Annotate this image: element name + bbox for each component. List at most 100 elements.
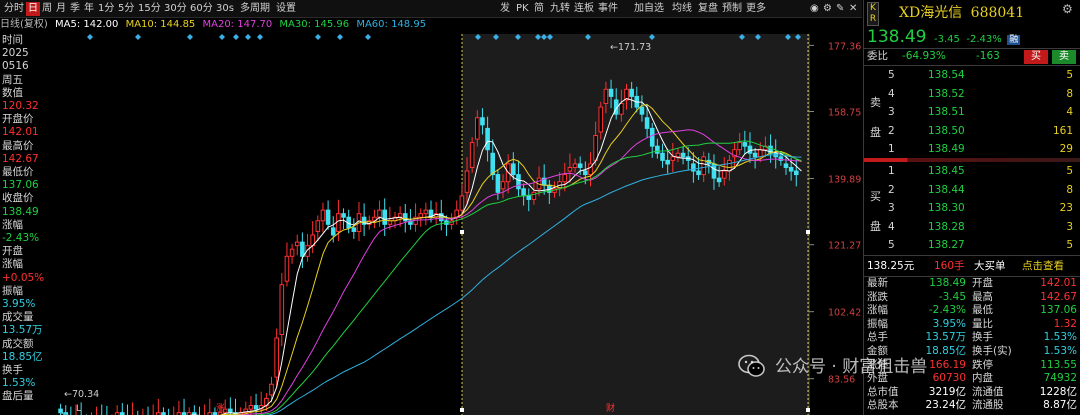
period-tab-0[interactable]: 分时 bbox=[2, 2, 26, 16]
candle-body bbox=[639, 106, 645, 115]
ma20-value: MA20: 147.70 bbox=[202, 19, 273, 30]
stat-label: 振幅 bbox=[867, 317, 888, 330]
period-tab-8[interactable]: 15分 bbox=[136, 2, 163, 16]
period-tab-11[interactable]: 30s bbox=[214, 2, 236, 16]
after-label: 盘后量 bbox=[2, 390, 34, 403]
sell-button[interactable]: 卖 bbox=[1052, 50, 1076, 64]
big-order-row: 138.25元 160手 大买单 点击查看 bbox=[864, 258, 1080, 275]
stat-value: 13.57万 bbox=[925, 331, 966, 344]
open-label: 开盘价 bbox=[2, 113, 34, 126]
toolbar-action-7[interactable]: 均线 bbox=[672, 2, 692, 16]
candle-body bbox=[500, 181, 506, 190]
bid-level-5[interactable]: 5 138.27 5 bbox=[864, 237, 1080, 254]
stat-label: 最低 bbox=[972, 304, 993, 317]
period-tab-4[interactable]: 季 bbox=[68, 2, 82, 16]
high-annotation: ←171.73 bbox=[610, 42, 651, 53]
settings-gear-icon[interactable]: ⚙ bbox=[1062, 2, 1073, 16]
buy-button[interactable]: 买 bbox=[1024, 50, 1048, 64]
ask-level-num: 3 bbox=[888, 106, 895, 118]
ask-level-2[interactable]: 2 138.50 161 bbox=[864, 123, 1080, 140]
period-tab-3[interactable]: 月 bbox=[54, 2, 68, 16]
candle-body bbox=[598, 106, 604, 133]
quote-header: K R XD海光信 688041 ⚙ 138.49 -3.45 -2.43% 融 bbox=[864, 0, 1080, 48]
weicha-value: -163 bbox=[976, 50, 1000, 62]
eye-icon[interactable]: ◉ bbox=[810, 2, 819, 16]
candle-body bbox=[351, 227, 357, 232]
candle-body bbox=[475, 117, 480, 140]
candle-body bbox=[330, 227, 336, 236]
ask-level-4[interactable]: 4 138.52 8 bbox=[864, 86, 1080, 103]
bid-level-3[interactable]: 3 138.30 23 bbox=[864, 200, 1080, 217]
stat-label: 最新 bbox=[867, 277, 888, 289]
candle-body bbox=[516, 174, 521, 190]
candle-body bbox=[793, 170, 799, 176]
candle-body bbox=[464, 170, 470, 193]
pin-icon[interactable]: ✎ bbox=[836, 2, 844, 16]
stat-value: 166.19 bbox=[929, 358, 966, 371]
low-value: 137.06 bbox=[2, 179, 39, 192]
stat-row: 总股本 23.24亿 流通股 8.87亿 bbox=[864, 399, 1080, 413]
candle-body bbox=[459, 195, 465, 211]
ma-legend-label: 日线(复权) bbox=[0, 19, 48, 30]
period-tab-9[interactable]: 30分 bbox=[162, 2, 189, 16]
period-tab-13[interactable]: 设置 bbox=[274, 2, 298, 16]
bid-volume: 23 bbox=[1059, 202, 1073, 214]
toolbar-action-10[interactable]: 更多 bbox=[746, 2, 766, 16]
openchg-value: +0.05% bbox=[2, 271, 45, 284]
period-tab-2[interactable]: 周 bbox=[40, 2, 54, 16]
close-icon[interactable]: ✕ bbox=[849, 2, 857, 16]
toolbar-action-0[interactable]: 发 bbox=[500, 2, 510, 16]
stat-value: 3219亿 bbox=[928, 385, 966, 398]
period-tab-1[interactable]: 日 bbox=[26, 2, 40, 16]
toolbar-action-8[interactable]: 复盘 bbox=[698, 2, 718, 16]
candle-body bbox=[387, 220, 393, 225]
price-change-pct: -2.43% bbox=[966, 34, 1002, 45]
event-marker-icon bbox=[245, 34, 251, 40]
candle-body bbox=[727, 159, 732, 172]
ask-level-3[interactable]: 3 138.51 4 bbox=[864, 104, 1080, 121]
bid-price: 138.27 bbox=[928, 239, 965, 251]
toolbar-action-5[interactable]: 事件 bbox=[598, 2, 618, 16]
period-tab-12[interactable]: 多周期 bbox=[238, 2, 272, 16]
toolbar-action-2[interactable]: 简 bbox=[534, 2, 544, 16]
candle-body bbox=[248, 405, 254, 410]
value-value: 120.32 bbox=[2, 100, 39, 113]
big-order-link[interactable]: 点击查看 bbox=[1022, 258, 1064, 275]
toolbar-action-6[interactable]: 加自选 bbox=[634, 2, 664, 16]
candle-body bbox=[289, 248, 295, 257]
bid-price: 138.30 bbox=[928, 202, 965, 214]
bid-level-1[interactable]: 1 138.45 5 bbox=[864, 163, 1080, 180]
ask-level-5[interactable]: 5 138.54 5 bbox=[864, 67, 1080, 84]
bid-level-4[interactable]: 4 138.28 3 bbox=[864, 219, 1080, 236]
candle-body bbox=[336, 213, 341, 232]
toolbar-action-3[interactable]: 九转 bbox=[550, 2, 570, 16]
stat-value: 113.55 bbox=[1040, 358, 1077, 371]
stat-label: 总股本 bbox=[867, 399, 899, 412]
ask-level-1[interactable]: 1 138.49 29 bbox=[864, 141, 1080, 158]
toolbar-action-1[interactable]: PK bbox=[516, 2, 529, 16]
candle-body bbox=[526, 195, 532, 200]
candle-body bbox=[649, 127, 655, 147]
bid-level-2[interactable]: 2 138.44 8 bbox=[864, 182, 1080, 199]
toolbar-action-4[interactable]: 连板 bbox=[574, 2, 594, 16]
period-tab-10[interactable]: 60分 bbox=[188, 2, 215, 16]
ask-level-num: 4 bbox=[888, 87, 895, 100]
stat-value: 74932 bbox=[1043, 372, 1077, 385]
bottom-marker-label: 财 bbox=[606, 402, 615, 414]
candle-body bbox=[511, 163, 516, 176]
bottom-marker-label: 涨 bbox=[216, 403, 225, 414]
period-tab-6[interactable]: 1分 bbox=[96, 2, 116, 16]
ask-volume: 5 bbox=[1066, 69, 1073, 81]
bid-price: 138.45 bbox=[928, 165, 965, 177]
period-tab-7[interactable]: 5分 bbox=[116, 2, 136, 16]
period-tab-5[interactable]: 年 bbox=[82, 2, 96, 16]
candle-body bbox=[521, 188, 526, 197]
stat-label: 涨幅 bbox=[867, 304, 888, 317]
year-value: 2025 bbox=[2, 47, 29, 60]
settings-icon[interactable]: ⚙ bbox=[823, 2, 832, 16]
toolbar-action-9[interactable]: 预制 bbox=[722, 2, 742, 16]
candle-body bbox=[670, 156, 676, 161]
ma10-value: MA10: 144.85 bbox=[125, 19, 196, 30]
candle-body bbox=[341, 213, 346, 218]
stat-value: 60730 bbox=[932, 372, 966, 385]
